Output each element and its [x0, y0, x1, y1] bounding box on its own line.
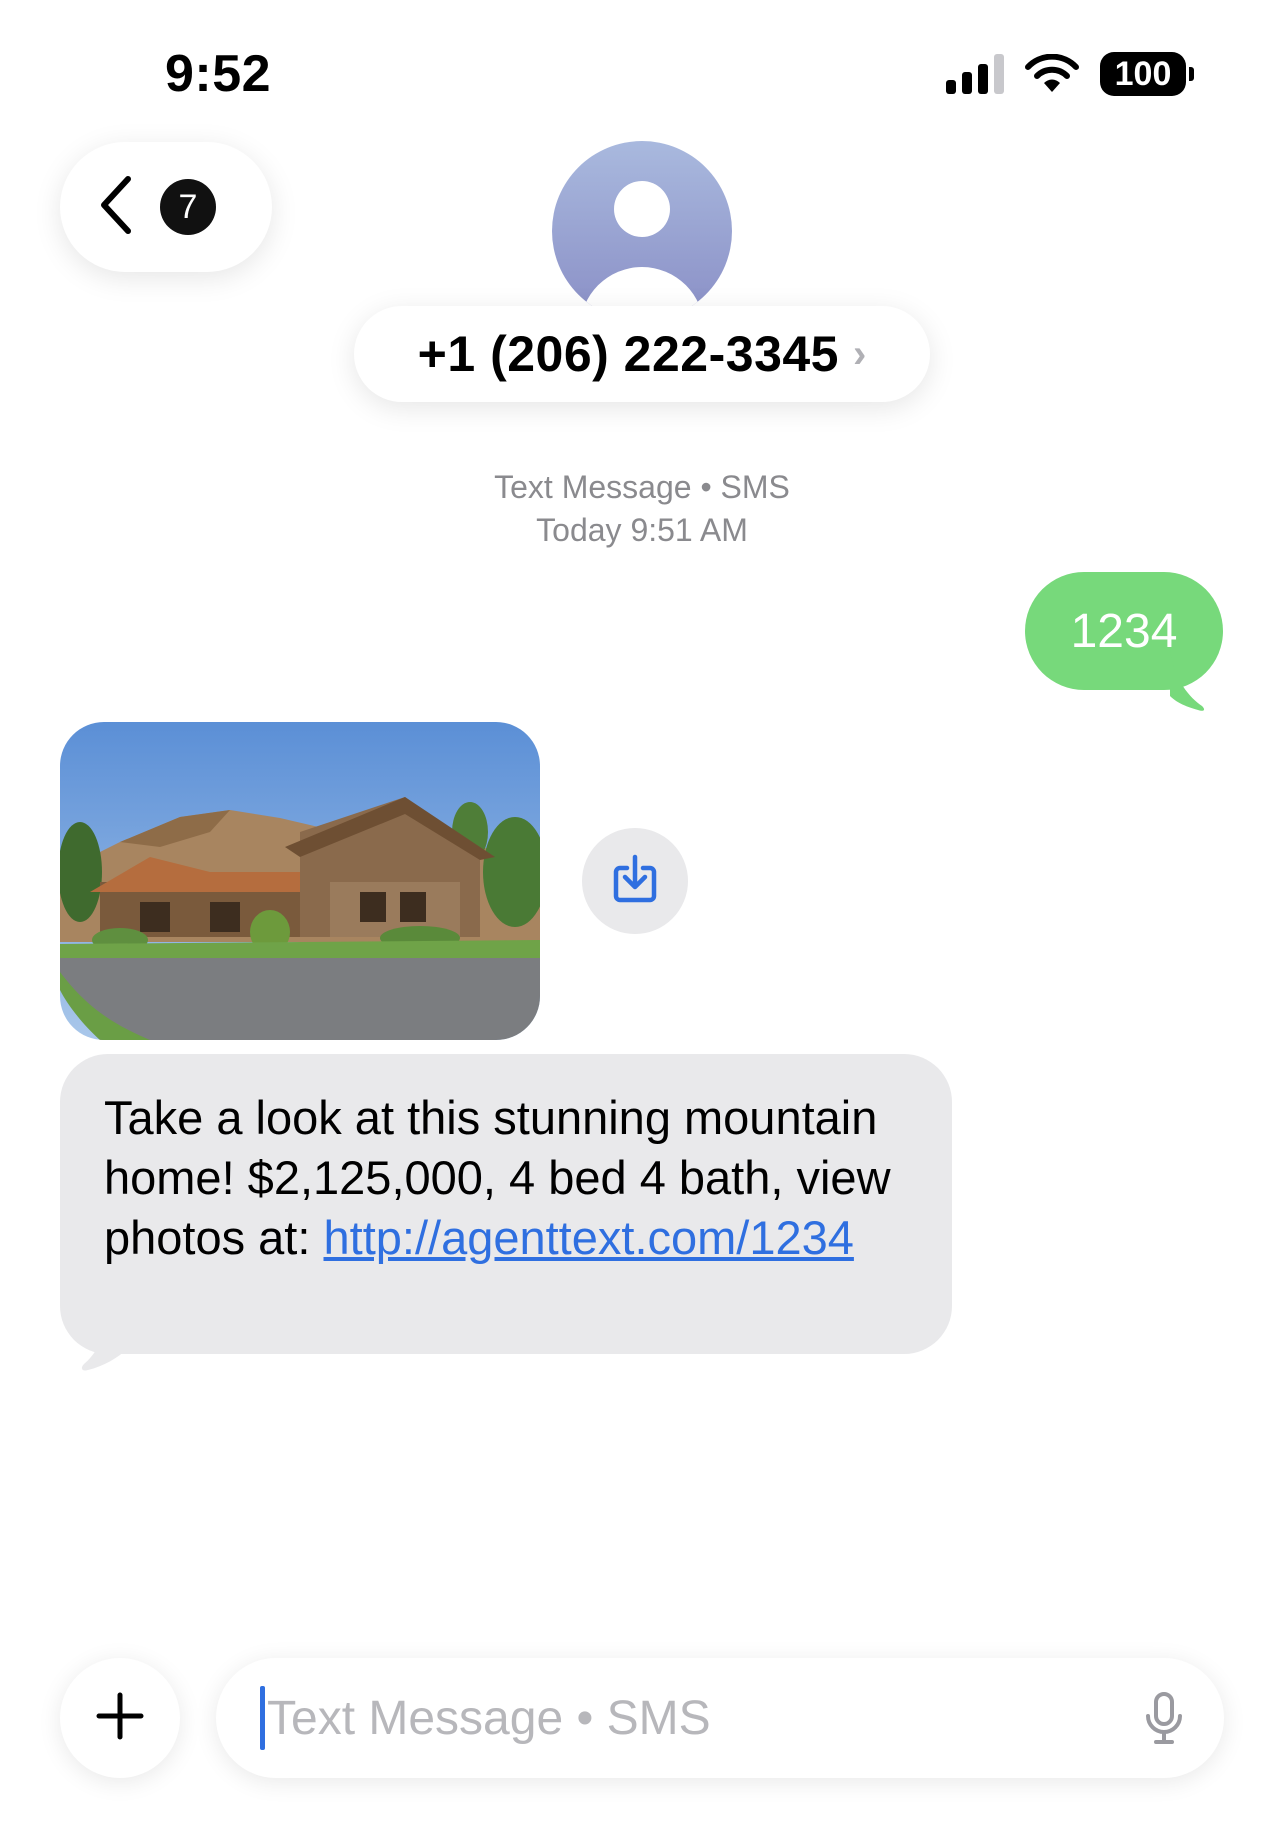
contact-details-button[interactable]: +1 (206) 222-3345 ›: [354, 306, 930, 402]
thread-meta: Text Message • SMS Today 9:51 AM: [0, 466, 1284, 552]
wifi-icon: [1024, 54, 1080, 94]
cellular-signal-icon: [946, 54, 1004, 94]
house-photo[interactable]: [60, 722, 540, 1040]
message-link[interactable]: http://agenttext.com/1234: [324, 1211, 854, 1264]
message-input-container[interactable]: [216, 1658, 1224, 1778]
save-image-button[interactable]: [582, 828, 688, 934]
battery-icon: 100: [1100, 52, 1194, 96]
status-indicators: 100: [946, 52, 1194, 96]
messages-screen: 9:52 100 7 +1 (206) 222-3345 › Text Mess…: [0, 0, 1284, 1824]
unread-count-badge: 7: [160, 179, 216, 235]
person-icon: [614, 181, 670, 237]
message-input[interactable]: [267, 1690, 1224, 1746]
microphone-icon[interactable]: [1144, 1692, 1184, 1751]
chevron-left-icon: [98, 175, 132, 240]
contact-avatar[interactable]: [552, 141, 732, 321]
status-time: 9:52: [165, 45, 272, 103]
sent-bubble-tail: [1170, 650, 1205, 711]
add-attachment-button[interactable]: [60, 1658, 180, 1778]
service-label: Text Message • SMS: [494, 469, 790, 505]
received-bubble-tail: [81, 1318, 128, 1371]
contact-number: +1 (206) 222-3345: [417, 326, 839, 382]
received-message-bubble[interactable]: Take a look at this stunning mountain ho…: [60, 1054, 952, 1354]
message-timestamp: Today 9:51 AM: [536, 512, 748, 548]
text-cursor: [260, 1686, 265, 1750]
download-icon: [612, 854, 658, 909]
chevron-right-icon: ›: [853, 331, 867, 376]
back-button[interactable]: 7: [60, 142, 272, 272]
battery-level: 100: [1114, 54, 1172, 93]
plus-icon: [95, 1691, 145, 1746]
